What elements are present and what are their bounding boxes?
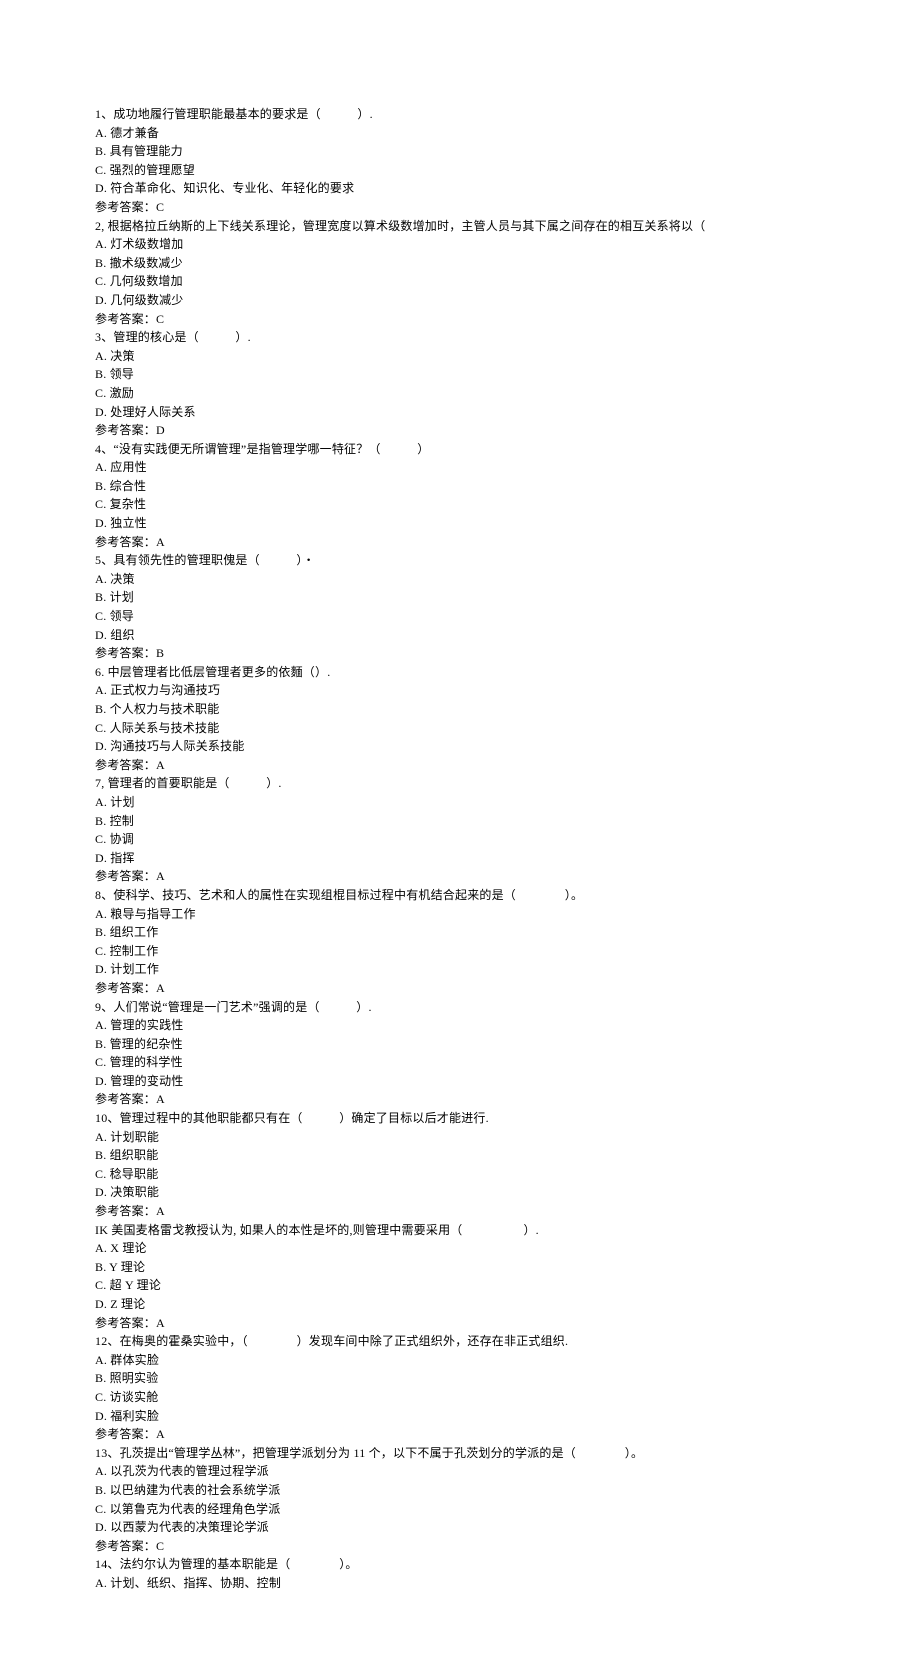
question-option: C. 以第鲁克为代表的经理角色学派 xyxy=(95,1500,835,1519)
question-option: D. 计划工作 xyxy=(95,960,835,979)
question-option: D. 指挥 xyxy=(95,849,835,868)
question-option: C. 几何级数增加 xyxy=(95,272,835,291)
answer-line: 参考答案：A xyxy=(95,1090,835,1109)
question-option: A. 管理的实践性 xyxy=(95,1016,835,1035)
question-option: D. 以西蒙为代表的决策理论学派 xyxy=(95,1518,835,1537)
question-stem: 7, 管理者的首要职能是（ ）. xyxy=(95,774,835,793)
answer-line: 参考答案：D xyxy=(95,421,835,440)
question-option: B. 个人权力与技术职能 xyxy=(95,700,835,719)
question-option: A. 粮导与指导工作 xyxy=(95,905,835,924)
question-stem: 5、具有领先性的管理职傀是（ ）・ xyxy=(95,551,835,570)
question-option: C. 激励 xyxy=(95,384,835,403)
question-stem: 12、在梅奥的霍桑实验中，（ ）发现车间中除了正式组织外，还存在非正式组织. xyxy=(95,1332,835,1351)
question-option: B. 组织职能 xyxy=(95,1146,835,1165)
question-option: D. Z 理论 xyxy=(95,1295,835,1314)
answer-line: 参考答案：A xyxy=(95,979,835,998)
question-option: B. 以巴纳建为代表的社会系统学派 xyxy=(95,1481,835,1500)
answer-line: 参考答案：A xyxy=(95,1202,835,1221)
question-option: A. 应用性 xyxy=(95,458,835,477)
answer-line: 参考答案：A xyxy=(95,533,835,552)
question-stem: 8、使科学、技巧、艺术和人的属性在实现组棍目标过程中有机结合起来的是（ ）。 xyxy=(95,886,835,905)
question-option: A. 以孔茨为代表的管理过程学派 xyxy=(95,1462,835,1481)
question-option: C. 人际关系与技术技能 xyxy=(95,719,835,738)
question-option: C. 稔导职能 xyxy=(95,1165,835,1184)
question-stem: 4、“没有实践便无所谓管理”是指管理学哪一特征？（ ） xyxy=(95,440,835,459)
question-option: D. 沟通技巧与人际关系技能 xyxy=(95,737,835,756)
question-option: A. 计划、纸织、指挥、协期、控制 xyxy=(95,1574,835,1593)
question-stem: 1、成功地履行管理职能最基本的要求是（ ）. xyxy=(95,105,835,124)
question-option: A. 计划 xyxy=(95,793,835,812)
question-option: D. 几何级数减少 xyxy=(95,291,835,310)
question-stem: 9、人们常说“管理是一门艺术”强调的是（ ）. xyxy=(95,998,835,1017)
question-option: A. 计划职能 xyxy=(95,1128,835,1147)
question-option: B. 具有管理能力 xyxy=(95,142,835,161)
question-stem: IK 美国麦格雷戈教授认为, 如果人的本性是坏的,则管理中需要采用（ ）. xyxy=(95,1221,835,1240)
question-option: C. 协调 xyxy=(95,830,835,849)
question-option: C. 超 Y 理论 xyxy=(95,1276,835,1295)
question-option: A. 决策 xyxy=(95,347,835,366)
question-option: C. 控制工作 xyxy=(95,942,835,961)
question-option: A. 群体实脸 xyxy=(95,1351,835,1370)
answer-line: 参考答案：C xyxy=(95,1537,835,1556)
question-option: C. 复杂性 xyxy=(95,495,835,514)
answer-line: 参考答案：C xyxy=(95,310,835,329)
answer-line: 参考答案：B xyxy=(95,644,835,663)
question-option: B. 综合性 xyxy=(95,477,835,496)
question-option: B. Y 理论 xyxy=(95,1258,835,1277)
question-option: A. 正式权力与沟通技巧 xyxy=(95,681,835,700)
question-option: D. 组织 xyxy=(95,626,835,645)
question-option: D. 独立性 xyxy=(95,514,835,533)
question-option: C. 强烈的管理愿望 xyxy=(95,161,835,180)
answer-line: 参考答案：A xyxy=(95,1425,835,1444)
document-page: 1、成功地履行管理职能最基本的要求是（ ）.A. 德才兼备B. 具有管理能力C.… xyxy=(0,0,920,1653)
answer-line: 参考答案：A xyxy=(95,867,835,886)
question-option: A. 决策 xyxy=(95,570,835,589)
question-option: D. 符合革命化、知识化、专业化、年轻化的要求 xyxy=(95,179,835,198)
question-option: D. 处理好人际关系 xyxy=(95,403,835,422)
question-option: B. 照明实验 xyxy=(95,1369,835,1388)
question-option: A. 德才兼备 xyxy=(95,124,835,143)
question-option: C. 管理的科学性 xyxy=(95,1053,835,1072)
question-stem: 3、管理的核心是（ ）. xyxy=(95,328,835,347)
question-stem: 6. 中层管理者比低层管理者更多的依麵（）. xyxy=(95,663,835,682)
question-option: D. 决策职能 xyxy=(95,1183,835,1202)
question-stem: 13、孔茨提出“管理学丛林”，把管理学派划分为 11 个，以下不属于孔茨划分的学… xyxy=(95,1444,835,1463)
question-option: D. 管理的变动性 xyxy=(95,1072,835,1091)
question-option: C. 访谈实舱 xyxy=(95,1388,835,1407)
question-option: A. 灯术级数增加 xyxy=(95,235,835,254)
question-stem: 2, 根据格拉丘纳斯的上下线关系理论，管理宽度以算术级数增加时，主管人员与其下属… xyxy=(95,217,835,236)
question-option: D. 福利实脸 xyxy=(95,1407,835,1426)
question-option: B. 撤术级数减少 xyxy=(95,254,835,273)
question-option: B. 组织工作 xyxy=(95,923,835,942)
question-option: B. 管理的纪杂性 xyxy=(95,1035,835,1054)
answer-line: 参考答案：A xyxy=(95,756,835,775)
question-stem: 14、法约尔认为管理的基本职能是（ ）。 xyxy=(95,1555,835,1574)
question-option: B. 领导 xyxy=(95,365,835,384)
question-option: B. 计划 xyxy=(95,588,835,607)
question-option: C. 领导 xyxy=(95,607,835,626)
answer-line: 参考答案：C xyxy=(95,198,835,217)
question-stem: 10、管理过程中的其他职能都只有在（ ）确定了目标以后才能进行. xyxy=(95,1109,835,1128)
question-option: A. X 理论 xyxy=(95,1239,835,1258)
answer-line: 参考答案：A xyxy=(95,1314,835,1333)
question-option: B. 控制 xyxy=(95,812,835,831)
